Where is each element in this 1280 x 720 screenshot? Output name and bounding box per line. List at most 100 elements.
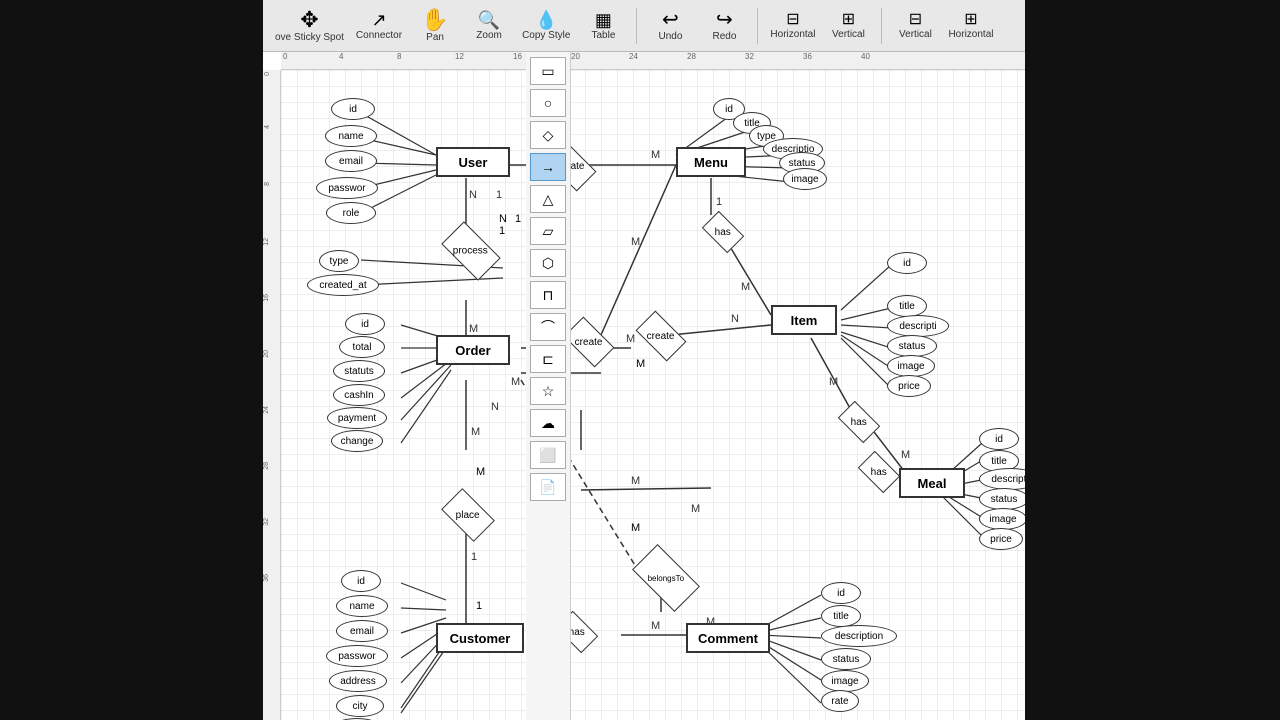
create2-relation[interactable]: create	[564, 317, 615, 368]
meal-entity[interactable]: Meal	[899, 468, 965, 498]
has1-relation[interactable]: has	[702, 211, 744, 253]
belongsto-relation[interactable]: belongsTo	[632, 544, 700, 612]
zoom-tool[interactable]: 🔍 Zoom	[464, 3, 514, 49]
cardinality-m1: M	[636, 358, 645, 370]
attr-order-payment[interactable]: payment	[327, 407, 387, 429]
attr-comment-rate[interactable]: rate	[821, 690, 859, 712]
align-h2-label: Horizontal	[948, 29, 993, 40]
attr-item-image[interactable]: image	[887, 355, 935, 377]
svg-text:M: M	[651, 620, 660, 632]
cardinality-1-place-cust: 1	[476, 600, 482, 612]
undo-button[interactable]: ↩ Undo	[645, 3, 695, 49]
menu-entity[interactable]: Menu	[676, 147, 746, 177]
svg-text:1: 1	[716, 196, 722, 208]
shape-star[interactable]: ☆	[530, 377, 566, 405]
attr-order-type[interactable]: type	[319, 250, 359, 272]
separator-2	[757, 8, 758, 44]
align-h1-icon: ⊟	[786, 12, 799, 28]
attr-order-id[interactable]: id	[345, 313, 385, 335]
align-vertical-2[interactable]: ⊟ Vertical	[890, 3, 940, 49]
place-relation[interactable]: place	[441, 488, 495, 542]
copy-style-tool[interactable]: 💧 Copy Style	[518, 3, 574, 49]
attr-comment-image[interactable]: image	[821, 670, 869, 692]
attr-user-password[interactable]: passwor	[316, 177, 378, 199]
attr-comment-description[interactable]: description	[821, 625, 897, 647]
shape-page[interactable]: ⬜	[530, 441, 566, 469]
connector-label: Connector	[356, 30, 402, 41]
connector-tool[interactable]: ↗ Connector	[352, 3, 406, 49]
align-vertical-1[interactable]: ⊞ Vertical	[823, 3, 873, 49]
attr-customer-id[interactable]: id	[341, 570, 381, 592]
svg-text:M: M	[469, 323, 478, 335]
attr-user-name[interactable]: name	[325, 125, 377, 147]
attr-meal-price[interactable]: price	[979, 528, 1023, 550]
table-icon: ▦	[595, 11, 612, 29]
order-entity[interactable]: Order	[436, 335, 510, 365]
attr-order-total[interactable]: total	[339, 336, 385, 358]
attr-order-status[interactable]: statuts	[333, 360, 385, 382]
pan-tool[interactable]: ✋ Pan	[410, 3, 460, 49]
attr-menu-image[interactable]: image	[783, 168, 827, 190]
shape-hexagon[interactable]: ⬡	[530, 249, 566, 277]
shape-circle[interactable]: ○	[530, 89, 566, 117]
attr-meal-status[interactable]: status	[979, 488, 1029, 510]
attr-customer-name[interactable]: name	[336, 595, 388, 617]
customer-entity[interactable]: Customer	[436, 623, 524, 653]
svg-text:M: M	[631, 475, 640, 487]
attr-item-price[interactable]: price	[887, 375, 931, 397]
ruler-left: 0 4 8 12 16 20 24 28 32 36	[263, 70, 281, 720]
attr-order-cashin[interactable]: cashIn	[333, 384, 385, 406]
shape-bracket[interactable]: ⊏	[530, 345, 566, 373]
align-horizontal-2[interactable]: ⊞ Horizontal	[944, 3, 997, 49]
attr-customer-password[interactable]: passwor	[326, 645, 388, 667]
has3-relation[interactable]: has	[858, 451, 900, 493]
attr-user-id[interactable]: id	[331, 98, 375, 120]
shape-chevron[interactable]: ⌒	[530, 313, 566, 341]
svg-text:M: M	[901, 449, 910, 461]
connector-icon: ↗	[371, 11, 386, 29]
has2-relation[interactable]: has	[838, 401, 880, 443]
attr-customer-city[interactable]: city	[336, 695, 384, 717]
cardinality-m-place: M	[476, 466, 485, 478]
process-relation[interactable]: process	[441, 221, 500, 280]
shape-rectangle[interactable]: ▭	[530, 57, 566, 85]
attr-item-id[interactable]: id	[887, 252, 927, 274]
shape-triangle[interactable]: △	[530, 185, 566, 213]
sticky-spot-tool[interactable]: ✥ ove Sticky Spot	[271, 3, 348, 49]
shape-note[interactable]: 📄	[530, 473, 566, 501]
shape-arrow[interactable]: →	[530, 153, 566, 181]
attr-comment-status[interactable]: status	[821, 648, 871, 670]
attr-meal-id[interactable]: id	[979, 428, 1019, 450]
attr-customer-email[interactable]: email	[336, 620, 388, 642]
create3-relation[interactable]: create	[636, 311, 687, 362]
svg-text:M: M	[651, 149, 660, 161]
attr-item-title[interactable]: title	[887, 295, 927, 317]
attr-user-role[interactable]: role	[326, 202, 376, 224]
shape-parallelogram[interactable]: ▱	[530, 217, 566, 245]
align-h1-label: Horizontal	[770, 29, 815, 40]
copy-style-label: Copy Style	[522, 30, 570, 41]
shape-diamond[interactable]: ◇	[530, 121, 566, 149]
svg-text:N: N	[491, 401, 499, 413]
attr-order-created-at[interactable]: created_at	[307, 274, 379, 296]
svg-text:M: M	[631, 236, 640, 248]
attr-item-status[interactable]: status	[887, 335, 937, 357]
svg-text:M: M	[829, 376, 838, 388]
attr-customer-address[interactable]: address	[329, 670, 387, 692]
attr-item-desc[interactable]: descripti	[887, 315, 949, 337]
attr-order-change[interactable]: change	[331, 430, 383, 452]
table-tool[interactable]: ▦ Table	[578, 3, 628, 49]
attr-comment-id[interactable]: id	[821, 582, 861, 604]
comment-entity[interactable]: Comment	[686, 623, 770, 653]
user-entity[interactable]: User	[436, 147, 510, 177]
align-horizontal-1[interactable]: ⊟ Horizontal	[766, 3, 819, 49]
attr-user-email[interactable]: email	[325, 150, 377, 172]
item-entity[interactable]: Item	[771, 305, 837, 335]
svg-text:N: N	[469, 189, 477, 201]
attr-meal-image[interactable]: image	[979, 508, 1027, 530]
sticky-spot-icon: ✥	[300, 9, 318, 31]
attr-comment-title[interactable]: title	[821, 605, 861, 627]
shape-cylinder[interactable]: ⊓	[530, 281, 566, 309]
shape-cloud[interactable]: ☁	[530, 409, 566, 437]
redo-button[interactable]: ↪ Redo	[699, 3, 749, 49]
